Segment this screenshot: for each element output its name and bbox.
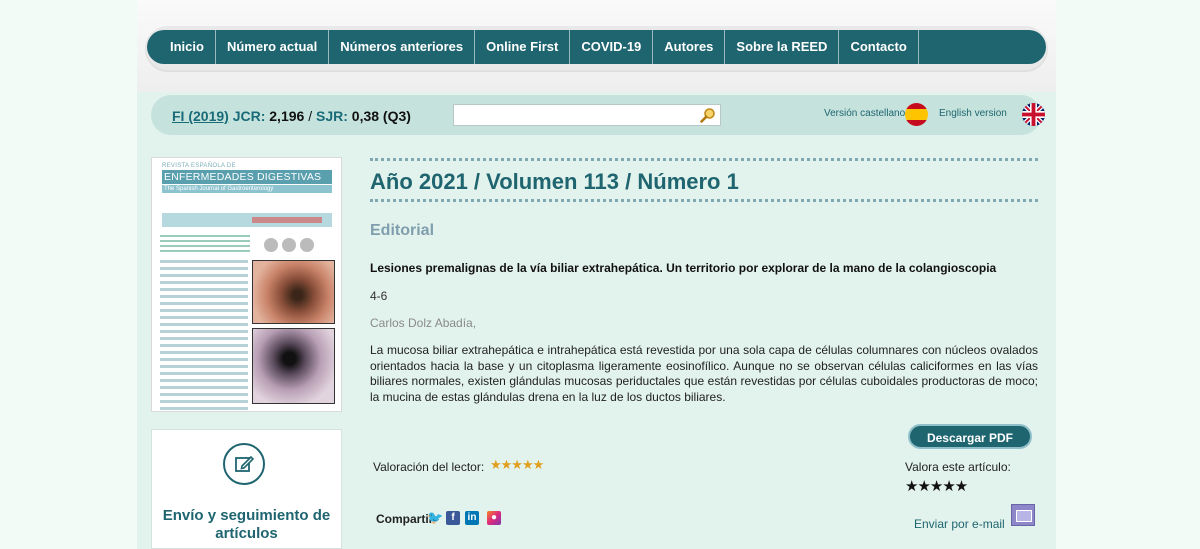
- reader-rating-stars: ★★★★★: [490, 457, 544, 472]
- cover-line1: REVISTA ESPAÑOLA DE: [162, 163, 236, 169]
- impact-metrics: FI (2019) JCR: 2,196 / SJR: 0,38 (Q3): [172, 108, 411, 124]
- article-authors: Carlos Dolz Abadía,: [370, 316, 477, 330]
- reader-rating-label: Valoración del lector:: [373, 460, 485, 474]
- linkedin-icon[interactable]: in: [465, 511, 479, 525]
- nav-inicio[interactable]: Inicio: [159, 30, 216, 64]
- issue-title: Año 2021 / Volumen 113 / Número 1: [370, 169, 739, 194]
- section-heading: Editorial: [370, 222, 435, 239]
- jcr-value: 2,196: [269, 108, 305, 124]
- cover-logos: [264, 238, 324, 254]
- spanish-version-link[interactable]: Versión castellano: [824, 108, 905, 119]
- fi-label[interactable]: FI (2019): [172, 108, 229, 124]
- submission-title[interactable]: Envío y seguimiento de artículos: [152, 507, 341, 543]
- cover-header: REVISTA ESPAÑOLA DE ENFERMEDADES DIGESTI…: [162, 163, 332, 193]
- divider-top: [370, 158, 1038, 161]
- cover-endoscopy-image-1: [252, 260, 335, 324]
- facebook-icon[interactable]: f: [446, 511, 460, 525]
- article-abstract: La mucosa biliar extrahepática e intrahe…: [370, 343, 1038, 404]
- magnifier-icon[interactable]: [700, 107, 716, 123]
- cover-issue-bar: [162, 213, 332, 227]
- nav-covid-19[interactable]: COVID-19: [570, 30, 654, 64]
- cover-endoscopy-image-2: [252, 328, 335, 404]
- nav-autores[interactable]: Autores: [653, 30, 726, 64]
- info-bar: FI (2019) JCR: 2,196 / SJR: 0,38 (Q3) Ve…: [151, 95, 1045, 135]
- nav-numero-actual[interactable]: Número actual: [216, 30, 330, 64]
- nav-sobre-la-reed[interactable]: Sobre la REED: [725, 30, 840, 64]
- fi-link[interactable]: FI (2019): [172, 108, 229, 124]
- spain-flag-icon[interactable]: [905, 103, 928, 126]
- article-pages: 4-6: [370, 289, 388, 303]
- search-box: [453, 104, 721, 126]
- journal-cover[interactable]: REVISTA ESPAÑOLA DE ENFERMEDADES DIGESTI…: [151, 157, 342, 412]
- cover-text-lines: [160, 232, 250, 255]
- share-label: Compartir: [376, 512, 434, 526]
- cover-toc: [160, 256, 248, 410]
- search-input[interactable]: [454, 105, 694, 125]
- sjr-value: 0,38 (Q3): [351, 108, 411, 124]
- sjr-label: SJR:: [315, 108, 348, 124]
- divider-bottom: [370, 199, 1038, 202]
- rate-article-stars[interactable]: ★★★★★: [905, 477, 968, 495]
- rate-article-label: Valora este artículo:: [905, 460, 1011, 474]
- email-link[interactable]: Enviar por e-mail: [914, 517, 1005, 531]
- page-container: Inicio Número actual Números anteriores …: [137, 0, 1056, 549]
- submission-box[interactable]: Envío y seguimiento de artículos: [151, 429, 342, 549]
- nav-numeros-anteriores[interactable]: Números anteriores: [329, 30, 476, 64]
- email-icon[interactable]: [1011, 504, 1035, 526]
- english-version-link[interactable]: English version: [939, 108, 1007, 119]
- cover-line2: ENFERMEDADES DIGESTIVAS: [162, 170, 332, 184]
- download-pdf-button[interactable]: Descargar PDF: [908, 424, 1032, 449]
- main-nav: Inicio Número actual Números anteriores …: [147, 30, 1046, 64]
- nav-contacto[interactable]: Contacto: [839, 30, 919, 64]
- edit-icon: [223, 443, 265, 485]
- uk-flag-icon[interactable]: [1022, 103, 1045, 126]
- nav-online-first[interactable]: Online First: [475, 30, 571, 64]
- cover-line3: The Spanish Journal of Gastroenterology: [162, 185, 332, 193]
- article-title[interactable]: Lesiones premalignas de la vía biliar ex…: [370, 261, 996, 275]
- share-other-icon[interactable]: ●: [487, 511, 501, 525]
- twitter-icon[interactable]: 🐦: [427, 511, 443, 525]
- jcr-label: JCR:: [232, 108, 266, 124]
